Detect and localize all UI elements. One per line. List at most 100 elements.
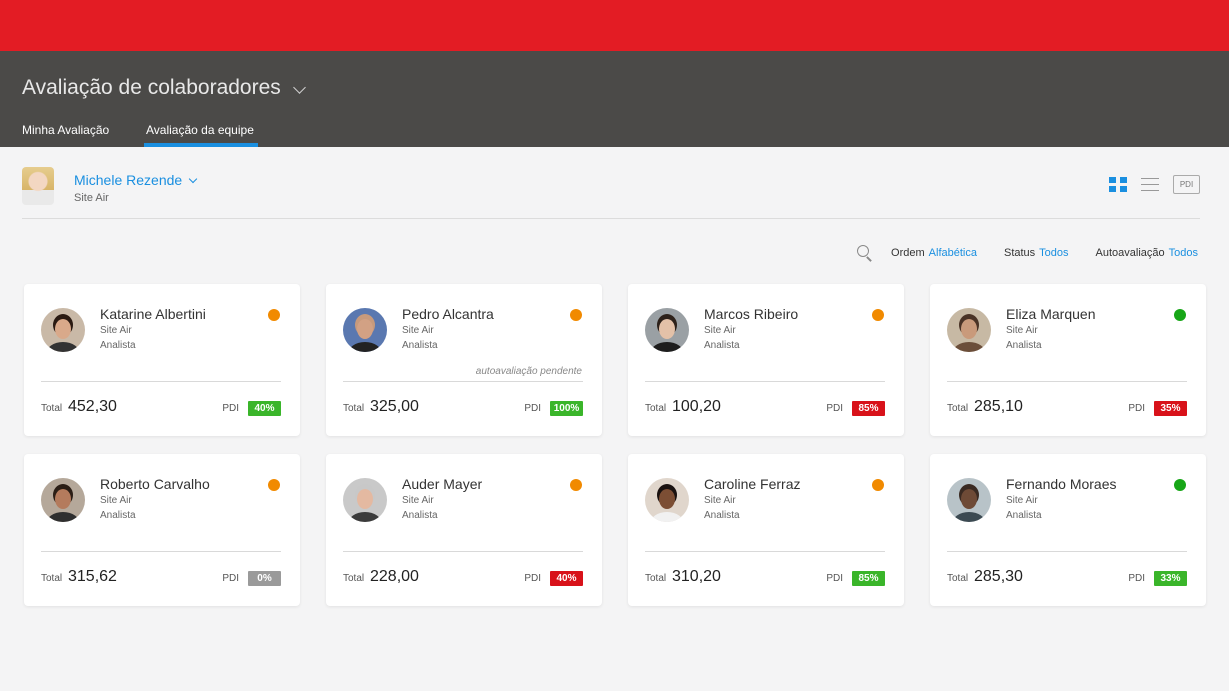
divider bbox=[343, 381, 583, 382]
employee-card[interactable]: Marcos Ribeiro Site Air Analista Total 100,2… bbox=[628, 284, 904, 436]
employee-name: Eliza Marquen bbox=[1006, 306, 1096, 322]
employee-site: Site Air bbox=[704, 325, 736, 336]
pdi-badge: 40% bbox=[248, 401, 281, 416]
avatar bbox=[645, 308, 689, 352]
employee-site: Site Air bbox=[402, 325, 434, 336]
pdi-label: PDI bbox=[826, 573, 843, 584]
pdi-badge: 85% bbox=[852, 571, 885, 586]
total-value: 310,20 bbox=[672, 568, 721, 585]
pdi-badge: 100% bbox=[550, 401, 583, 416]
chevron-down-icon bbox=[188, 174, 198, 183]
employee-site: Site Air bbox=[1006, 325, 1038, 336]
employee-site: Site Air bbox=[100, 325, 132, 336]
avatar bbox=[947, 478, 991, 522]
page-title-dropdown[interactable]: Avaliação de colaboradores bbox=[22, 76, 306, 100]
employee-role: Analista bbox=[704, 510, 740, 521]
avatar bbox=[343, 308, 387, 352]
status-dot bbox=[268, 479, 280, 491]
total-value: 315,62 bbox=[68, 568, 117, 585]
employee-card[interactable]: Katarine Albertini Site Air Analista Total 4… bbox=[24, 284, 300, 436]
tab-bar: Minha Avaliação Avaliação da equipe bbox=[22, 123, 258, 147]
employee-name: Pedro Alcantra bbox=[402, 306, 494, 322]
pdi-view-button[interactable]: PDI bbox=[1173, 175, 1200, 194]
brand-bar bbox=[0, 0, 1229, 51]
avatar bbox=[343, 478, 387, 522]
divider bbox=[947, 551, 1187, 552]
employee-site: Site Air bbox=[402, 495, 434, 506]
total-label: Total bbox=[947, 403, 969, 414]
total-label: Total bbox=[41, 403, 63, 414]
divider bbox=[645, 381, 885, 382]
status-dot bbox=[1174, 479, 1186, 491]
order-filter-label: Ordem bbox=[891, 247, 925, 259]
employee-site: Site Air bbox=[704, 495, 736, 506]
employee-card[interactable]: Auder Mayer Site Air Analista Total 228,00 PD… bbox=[326, 454, 602, 606]
status-dot bbox=[872, 479, 884, 491]
employee-card[interactable]: Fernando Moraes Site Air Analista Total 285,… bbox=[930, 454, 1206, 606]
status-dot bbox=[570, 479, 582, 491]
pdi-label: PDI bbox=[1128, 403, 1145, 414]
avatar bbox=[645, 478, 689, 522]
pdi-label: PDI bbox=[524, 573, 541, 584]
employee-name: Marcos Ribeiro bbox=[704, 306, 799, 322]
total-value: 452,30 bbox=[68, 398, 117, 415]
grid-view-icon[interactable] bbox=[1109, 177, 1127, 192]
employee-role: Analista bbox=[1006, 510, 1042, 521]
employee-site: Site Air bbox=[100, 495, 132, 506]
employee-card[interactable]: Caroline Ferraz Site Air Analista Total 310,… bbox=[628, 454, 904, 606]
employee-card[interactable]: Roberto Carvalho Site Air Analista Total 315… bbox=[24, 454, 300, 606]
employee-role: Analista bbox=[1006, 340, 1042, 351]
avatar bbox=[41, 308, 85, 352]
order-filter-value: Alfabética bbox=[928, 247, 977, 259]
employee-name: Auder Mayer bbox=[402, 476, 483, 492]
pdi-badge: 0% bbox=[248, 571, 281, 586]
total-value: 285,10 bbox=[974, 398, 1023, 415]
employee-card[interactable]: Eliza Marquen Site Air Analista Total 285,10… bbox=[930, 284, 1206, 436]
search-icon[interactable] bbox=[856, 244, 874, 262]
pdi-label: PDI bbox=[222, 573, 239, 584]
pdi-label: PDI bbox=[222, 403, 239, 414]
avatar bbox=[22, 167, 54, 205]
app-header: Avaliação de colaboradores Minha Avaliaç… bbox=[0, 51, 1229, 147]
total-label: Total bbox=[645, 573, 667, 584]
total-value: 325,00 bbox=[370, 398, 419, 415]
employee-name: Roberto Carvalho bbox=[100, 476, 210, 492]
employee-role: Analista bbox=[100, 510, 136, 521]
avatar bbox=[41, 478, 85, 522]
page-title: Avaliação de colaboradores bbox=[22, 76, 281, 99]
chevron-down-icon bbox=[292, 80, 306, 94]
divider bbox=[947, 381, 1187, 382]
total-value: 100,20 bbox=[672, 398, 721, 415]
status-dot bbox=[570, 309, 582, 321]
self-evaluation-filter-label: Autoavaliação bbox=[1095, 247, 1165, 259]
employee-site: Site Air bbox=[1006, 495, 1038, 506]
self-evaluation-filter[interactable]: Autoavaliação Todos bbox=[1096, 247, 1198, 259]
employee-card[interactable]: Pedro Alcantra Site Air Analista autoavalia… bbox=[326, 284, 602, 436]
total-label: Total bbox=[645, 403, 667, 414]
order-filter[interactable]: Ordem Alfabética bbox=[891, 247, 977, 259]
status-filter[interactable]: Status Todos bbox=[1004, 247, 1069, 259]
divider bbox=[343, 551, 583, 552]
tab-minha-avaliacao[interactable]: Minha Avaliação bbox=[22, 123, 146, 147]
self-evaluation-filter-value: Todos bbox=[1168, 247, 1198, 259]
pdi-badge: 40% bbox=[550, 571, 583, 586]
avatar bbox=[947, 308, 991, 352]
pdi-label: PDI bbox=[826, 403, 843, 414]
pending-note: autoavaliação pendente bbox=[475, 366, 582, 377]
employee-role: Analista bbox=[402, 340, 438, 351]
tab-avaliacao-equipe[interactable]: Avaliação da equipe bbox=[144, 123, 258, 147]
pdi-badge: 35% bbox=[1154, 401, 1187, 416]
divider bbox=[645, 551, 885, 552]
total-label: Total bbox=[41, 573, 63, 584]
divider bbox=[41, 381, 281, 382]
status-dot bbox=[268, 309, 280, 321]
total-label: Total bbox=[343, 403, 365, 414]
divider bbox=[41, 551, 281, 552]
pdi-label: PDI bbox=[524, 403, 541, 414]
pdi-badge: 85% bbox=[852, 401, 885, 416]
manager-selector[interactable]: Michele Rezende bbox=[74, 172, 198, 188]
view-switcher: PDI bbox=[1109, 175, 1200, 194]
employee-name: Caroline Ferraz bbox=[704, 476, 801, 492]
list-view-icon[interactable] bbox=[1141, 177, 1159, 192]
status-filter-value: Todos bbox=[1039, 247, 1069, 259]
